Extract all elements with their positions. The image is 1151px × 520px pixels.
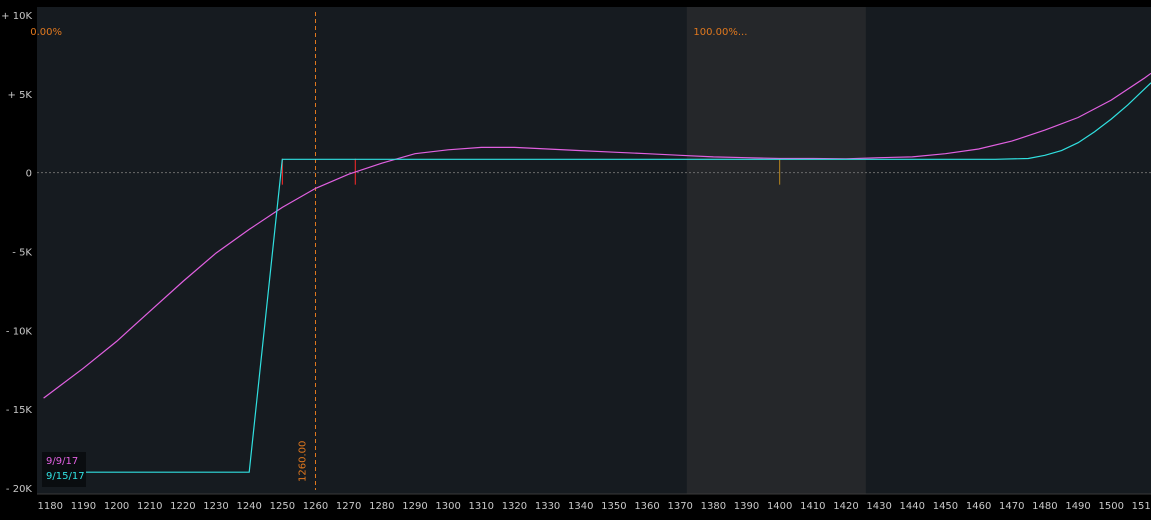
x-tick-label: 1340 bbox=[568, 501, 593, 512]
x-tick-label: 1350 bbox=[601, 501, 626, 512]
x-tick-label: 1210 bbox=[137, 501, 162, 512]
x-tick-label: 1230 bbox=[203, 501, 228, 512]
x-tick-label: 1460 bbox=[966, 501, 991, 512]
x-tick-label: 1400 bbox=[767, 501, 792, 512]
x-tick-label: 1240 bbox=[236, 501, 261, 512]
y-tick-label: - 15K bbox=[6, 405, 33, 416]
x-tick-label: 1490 bbox=[1065, 501, 1090, 512]
probability-label-1: 100.00%... bbox=[693, 27, 747, 38]
y-tick-label: - 10K bbox=[6, 326, 33, 337]
x-tick-label: 1190 bbox=[71, 501, 96, 512]
legend-entry: 9/9/17 bbox=[46, 456, 78, 467]
y-tick-label: 0 bbox=[26, 169, 32, 180]
probability-label-0: 0.00% bbox=[30, 27, 62, 38]
x-tick-label: 1500 bbox=[1098, 501, 1123, 512]
risk-profile-chart: 1260.00 1180 1190 1200 1210 1220 1230 1240 1250… bbox=[0, 0, 1151, 520]
x-tick-label: 1330 bbox=[535, 501, 560, 512]
price-marker-label: 1260.00 bbox=[298, 441, 309, 482]
y-tick-label: - 20K bbox=[6, 484, 33, 495]
x-tick-label: 1300 bbox=[435, 501, 460, 512]
x-tick-label: 1250 bbox=[270, 501, 295, 512]
x-tick-label: 1420 bbox=[833, 501, 858, 512]
x-tick-label: 1480 bbox=[1032, 501, 1057, 512]
y-tick-label: - 5K bbox=[12, 248, 32, 259]
x-tick-label: 1410 bbox=[800, 501, 825, 512]
x-tick-label: 1290 bbox=[402, 501, 427, 512]
x-tick-label: 1220 bbox=[170, 501, 195, 512]
x-tick-label: 1360 bbox=[634, 501, 659, 512]
expected-move-shade bbox=[686, 7, 866, 494]
x-tick-label: 1440 bbox=[900, 501, 925, 512]
x-tick-label: 1430 bbox=[866, 501, 891, 512]
x-tick-label: 1370 bbox=[667, 501, 692, 512]
x-tick-label: 1280 bbox=[369, 501, 394, 512]
x-tick-label: 1310 bbox=[469, 501, 494, 512]
x-tick-label: 1200 bbox=[104, 501, 129, 512]
plot-area bbox=[37, 7, 1151, 494]
x-tick-label: 1260 bbox=[303, 501, 328, 512]
legend-entry: 9/15/17 bbox=[46, 471, 85, 482]
x-tick-label: 1450 bbox=[933, 501, 958, 512]
x-tick-label: 1270 bbox=[336, 501, 361, 512]
x-tick-label: 1180 bbox=[38, 501, 63, 512]
y-tick-label: + 5K bbox=[8, 90, 33, 101]
y-tick-label: + 10K bbox=[1, 11, 32, 22]
x-tick-label: 1320 bbox=[502, 501, 527, 512]
x-tick-label: 1390 bbox=[734, 501, 759, 512]
x-tick-label: 1510 bbox=[1132, 501, 1151, 512]
x-tick-label: 1380 bbox=[701, 501, 726, 512]
x-tick-label: 1470 bbox=[999, 501, 1024, 512]
